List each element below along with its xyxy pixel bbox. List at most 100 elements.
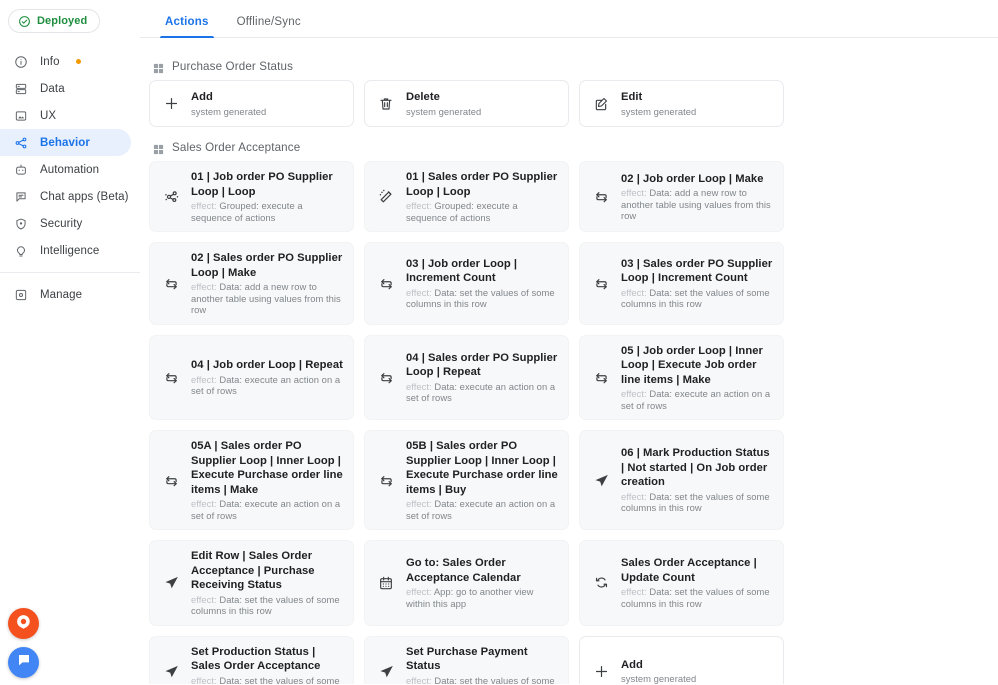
action-card[interactable]: 02 | Job order Loop | Make effect: Data: … bbox=[579, 161, 784, 232]
sidebar-nav: Info Data UX Behavior Automation Chat ap… bbox=[0, 48, 140, 308]
sidebar: Deployed Info Data UX Behavior Automatio… bbox=[0, 0, 140, 685]
section-title: Purchase Order Status bbox=[172, 60, 294, 73]
section-header: Purchase Order Status bbox=[149, 51, 989, 80]
action-card[interactable]: 02 | Sales order PO Supplier Loop | Make… bbox=[149, 242, 354, 325]
loop-icon bbox=[592, 275, 610, 292]
tab-offline-sync[interactable]: Offline/Sync bbox=[223, 16, 315, 37]
sidebar-item-label: Security bbox=[40, 217, 83, 230]
check-circle-icon bbox=[18, 15, 31, 28]
action-card-title: 05A | Sales order PO Supplier Loop | Inn… bbox=[191, 440, 343, 496]
action-card[interactable]: 05 | Job order Loop | Inner Loop | Execu… bbox=[579, 334, 784, 420]
sidebar-item-chat-apps[interactable]: Chat apps (Beta) bbox=[0, 183, 131, 210]
effect-prefix: effect: bbox=[406, 586, 432, 598]
grid-icon bbox=[153, 61, 164, 74]
action-card-title: Go to: Sales Order Acceptance Calendar bbox=[406, 557, 521, 584]
action-card[interactable]: 04 | Sales order PO Supplier Loop | Repe… bbox=[364, 334, 569, 420]
action-card[interactable]: 01 | Job order PO Supplier Loop | Loop ef… bbox=[149, 161, 354, 232]
action-card-subtitle: effect: Data: add a new row to another t… bbox=[191, 281, 343, 316]
action-card-subtitle: effect: App: go to another view within t… bbox=[406, 586, 558, 609]
effect-prefix: effect: bbox=[191, 498, 217, 509]
effect-prefix: effect: bbox=[621, 586, 647, 598]
action-card[interactable]: 05B | Sales order PO Supplier Loop | Inn… bbox=[364, 430, 569, 530]
database-icon bbox=[13, 81, 28, 96]
action-card[interactable]: 05A | Sales order PO Supplier Loop | Inn… bbox=[149, 430, 354, 530]
action-card-title: 05 | Job order Loop | Inner Loop | Execu… bbox=[621, 344, 763, 386]
action-card-title: 01 | Job order PO Supplier Loop | Loop bbox=[191, 171, 333, 198]
action-card[interactable]: Add system generated bbox=[579, 635, 784, 684]
loop-icon bbox=[377, 369, 395, 386]
section-title: Sales Order Acceptance bbox=[172, 141, 301, 154]
action-card[interactable]: Sales Order Acceptance | Update Count eff… bbox=[579, 540, 784, 626]
tab-actions[interactable]: Actions bbox=[151, 16, 223, 38]
chat-support-button[interactable] bbox=[8, 647, 39, 678]
action-card-subtitle: system generated bbox=[621, 106, 773, 118]
sidebar-item-label: Manage bbox=[40, 288, 83, 301]
action-card-subtitle: effect: Grouped: execute a sequence of a… bbox=[191, 200, 343, 223]
share-nodes-icon bbox=[13, 135, 28, 150]
action-card[interactable]: Edit Row | Sales Order Acceptance | Purc… bbox=[149, 540, 354, 626]
sidebar-item-info[interactable]: Info bbox=[0, 48, 131, 75]
action-card[interactable]: Go to: Sales Order Acceptance Calendar ef… bbox=[364, 540, 569, 626]
action-card-grid: 01 | Job order PO Supplier Loop | Loop ef… bbox=[149, 161, 989, 684]
grid-icon bbox=[153, 142, 164, 155]
action-card-title: Set Production Status | Sales Order Acce… bbox=[191, 645, 321, 673]
sync-icon bbox=[592, 574, 610, 591]
sidebar-item-manage[interactable]: Manage bbox=[0, 281, 131, 308]
action-card[interactable]: 04 | Job order Loop | Repeat effect: Data… bbox=[149, 334, 354, 420]
sidebar-item-data[interactable]: Data bbox=[0, 75, 131, 102]
effect-prefix: effect: bbox=[191, 674, 217, 685]
sidebar-item-security[interactable]: Security bbox=[0, 210, 131, 237]
effect-prefix: effect: bbox=[406, 200, 432, 211]
appsheet-assistant-button[interactable] bbox=[8, 608, 39, 639]
sidebar-item-label: Info bbox=[40, 55, 60, 68]
action-card-title: 01 | Sales order PO Supplier Loop | Loop bbox=[406, 171, 558, 198]
action-card-title: Add bbox=[621, 658, 643, 671]
share-nodes-icon bbox=[162, 188, 180, 205]
info-circle-icon bbox=[13, 54, 28, 69]
image-icon bbox=[13, 108, 28, 123]
sidebar-item-intelligence[interactable]: Intelligence bbox=[0, 237, 131, 264]
action-card-subtitle: effect: Data: set the values of some col… bbox=[406, 675, 558, 685]
edit-square-icon bbox=[592, 96, 610, 112]
sidebar-item-behavior[interactable]: Behavior bbox=[0, 129, 131, 156]
loop-icon bbox=[377, 472, 395, 489]
robot-icon bbox=[13, 162, 28, 177]
action-card[interactable]: Set Purchase Payment Status effect: Data:… bbox=[364, 635, 569, 685]
effect-text: system generated bbox=[191, 105, 267, 117]
section-header: Sales Order Acceptance bbox=[149, 132, 989, 161]
action-card-title: 02 | Job order Loop | Make bbox=[621, 172, 764, 185]
action-card[interactable]: Add system generated bbox=[149, 80, 354, 127]
trash-icon bbox=[377, 96, 395, 112]
sidebar-item-label: Chat apps (Beta) bbox=[40, 190, 129, 203]
effect-text: system generated bbox=[621, 105, 697, 117]
loop-icon bbox=[162, 369, 180, 386]
action-card-title: Sales Order Acceptance | Update Count bbox=[621, 557, 757, 584]
loop-icon bbox=[592, 188, 610, 205]
plus-icon bbox=[592, 663, 610, 680]
action-card[interactable]: 03 | Job order Loop | Increment Count eff… bbox=[364, 242, 569, 325]
action-card-subtitle: system generated bbox=[191, 106, 343, 118]
action-card[interactable]: 06 | Mark Production Status | Not starte… bbox=[579, 430, 784, 530]
action-card-subtitle: effect: Grouped: execute a sequence of a… bbox=[406, 200, 558, 223]
plus-icon bbox=[162, 95, 180, 112]
effect-text: system generated bbox=[621, 673, 697, 684]
paper-plane-icon bbox=[162, 663, 180, 680]
action-card-title: 04 | Sales order PO Supplier Loop | Repe… bbox=[406, 351, 558, 379]
action-card[interactable]: Delete system generated bbox=[364, 80, 569, 127]
sidebar-item-automation[interactable]: Automation bbox=[0, 156, 131, 183]
action-card[interactable]: Set Production Status | Sales Order Acce… bbox=[149, 635, 354, 685]
action-card[interactable]: Edit system generated bbox=[579, 80, 784, 127]
sidebar-item-label: UX bbox=[40, 109, 57, 122]
deployment-status-label: Deployed bbox=[37, 15, 88, 27]
action-card-subtitle: effect: Data: execute an action on a set… bbox=[621, 388, 773, 411]
action-card-title: Add bbox=[191, 91, 213, 103]
action-card[interactable]: 03 | Sales order PO Supplier Loop | Incr… bbox=[579, 242, 784, 325]
sidebar-item-ux[interactable]: UX bbox=[0, 102, 131, 129]
effect-prefix: effect: bbox=[191, 281, 217, 292]
loop-icon bbox=[377, 275, 395, 292]
effect-prefix: effect: bbox=[406, 674, 432, 685]
deployment-status-badge[interactable]: Deployed bbox=[8, 9, 101, 33]
action-card-subtitle: effect: Data: set the values of some col… bbox=[191, 675, 343, 685]
action-card[interactable]: 01 | Sales order PO Supplier Loop | Loop… bbox=[364, 161, 569, 232]
effect-prefix: effect: bbox=[191, 373, 217, 385]
